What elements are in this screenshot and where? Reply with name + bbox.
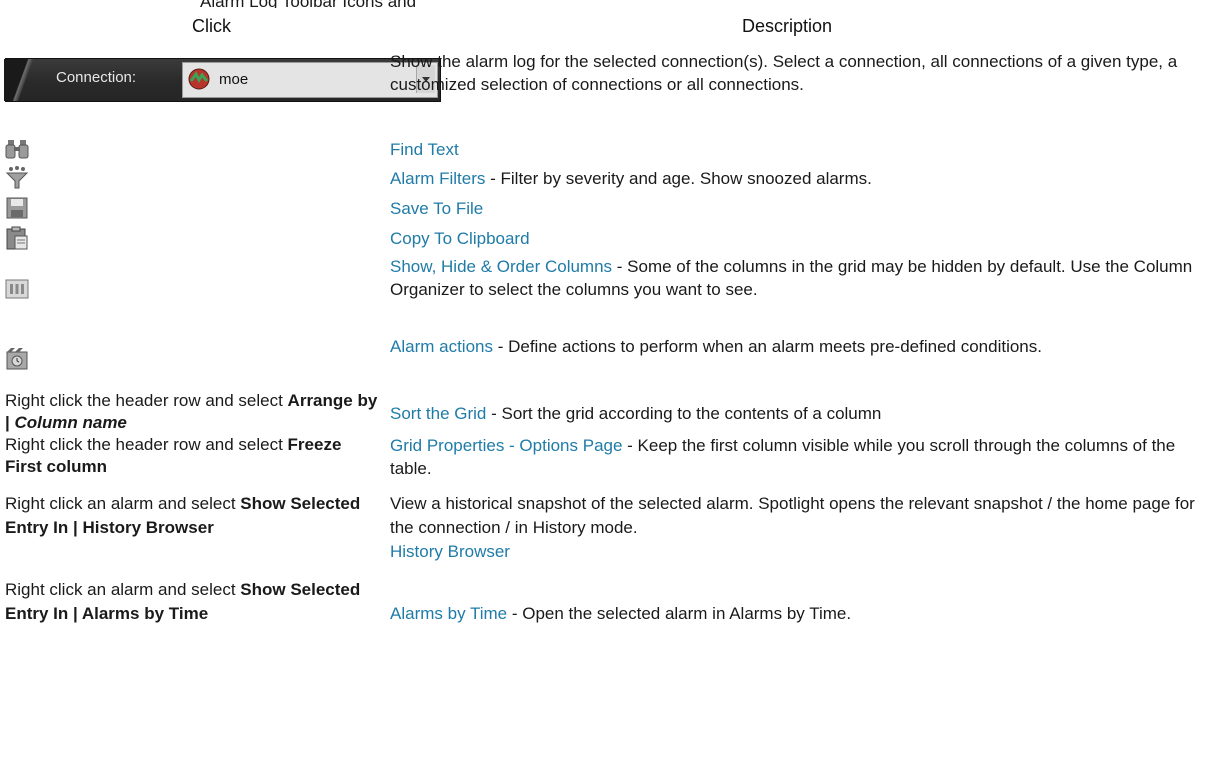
connection-label: Connection: [56, 69, 137, 86]
connection-toolbar: Connection: moe [4, 58, 441, 102]
history-browser-link[interactable]: History Browser [390, 542, 510, 561]
save-icon[interactable] [5, 196, 29, 220]
alarm-actions-link[interactable]: Alarm actions [390, 337, 493, 356]
toolbar-edge-decoration [4, 59, 48, 101]
row-copy-to-clipboard: Copy To Clipboard [0, 226, 1214, 250]
grid-properties-link[interactable]: Grid Properties - Options Page [390, 436, 622, 455]
row-find-text: Find Text [0, 137, 1214, 161]
sort-grid-instruction: Right click the header row and select Ar… [5, 391, 378, 432]
alarm-filters-link[interactable]: Alarm Filters [390, 169, 485, 188]
click-column-header: Click [192, 16, 231, 36]
freeze-column-instruction: Right click the header row and select Fr… [5, 435, 342, 476]
database-icon [188, 68, 210, 90]
row-connection: Connection: moe Show the alarm log for t… [0, 52, 1214, 132]
columns-link[interactable]: Show, Hide & Order Columns [390, 257, 612, 276]
history-browser-instruction: Right click an alarm and select Show Sel… [5, 494, 361, 537]
columns-icon[interactable] [5, 277, 29, 301]
connection-description: Show the alarm log for the selected conn… [390, 52, 1178, 94]
copy-to-clipboard-link[interactable]: Copy To Clipboard [390, 229, 530, 248]
row-history-browser: Right click an alarm and select Show Sel… [0, 492, 1214, 572]
row-alarms-by-time: Right click an alarm and select Show Sel… [0, 578, 1214, 658]
sort-grid-description: - Sort the grid according to the content… [486, 404, 882, 423]
alarms-by-time-description: - Open the selected alarm in Alarms by T… [507, 604, 852, 623]
row-freeze-column: Right click the header row and select Fr… [0, 434, 1214, 484]
row-save-to-file: Save To File [0, 196, 1214, 220]
partial-heading: Alarm Log Toolbar Icons and Right-Click … [200, 0, 440, 8]
alarm-actions-icon[interactable] [5, 347, 29, 371]
filter-icon[interactable] [5, 166, 29, 190]
find-text-link[interactable]: Find Text [390, 140, 459, 159]
history-browser-description: View a historical snapshot of the select… [390, 494, 1195, 537]
row-columns: Show, Hide & Order Columns - Some of the… [0, 255, 1214, 325]
alarms-by-time-instruction: Right click an alarm and select Show Sel… [5, 580, 361, 623]
description-column-header: Description [742, 16, 833, 36]
binoculars-icon[interactable] [5, 137, 29, 161]
clipboard-icon[interactable] [5, 226, 29, 250]
row-alarm-actions: Alarm actions - Define actions to perfor… [0, 335, 1214, 385]
alarm-actions-description: - Define actions to perform when an alar… [492, 337, 1042, 356]
sort-grid-link[interactable]: Sort the Grid [390, 404, 486, 423]
save-to-file-link[interactable]: Save To File [390, 199, 483, 218]
row-sort-grid: Right click the header row and select Ar… [0, 390, 1214, 440]
alarm-filters-description: - Filter by severity and age. Show snooz… [485, 169, 872, 188]
alarms-by-time-link[interactable]: Alarms by Time [390, 604, 507, 623]
row-alarm-filters: Alarm Filters - Filter by severity and a… [0, 166, 1214, 190]
connection-value: moe [219, 71, 249, 88]
